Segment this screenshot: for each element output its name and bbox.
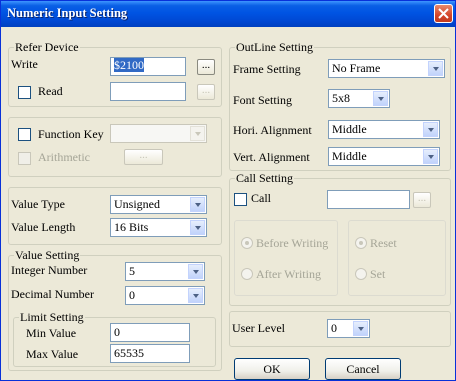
value-length-select[interactable]: 16 Bits bbox=[110, 218, 207, 237]
chevron-down-icon bbox=[353, 321, 368, 336]
set-radio[interactable] bbox=[355, 268, 367, 280]
close-icon bbox=[438, 8, 449, 19]
arithmetic-button[interactable]: ... bbox=[124, 149, 163, 165]
chevron-down-icon bbox=[190, 126, 205, 141]
title-bar[interactable]: Numeric Input Setting bbox=[1, 1, 455, 27]
decimal-number-label: Decimal Number bbox=[11, 287, 94, 301]
chevron-down-icon bbox=[423, 149, 438, 164]
hori-alignment-label: Hori. Alignment bbox=[233, 123, 312, 137]
before-writing-radio[interactable] bbox=[241, 237, 253, 249]
value-length-label: Value Length bbox=[11, 220, 76, 234]
vert-alignment-label: Vert. Alignment bbox=[233, 150, 310, 164]
integer-number-label: Integer Number bbox=[11, 263, 88, 277]
read-checkbox[interactable] bbox=[18, 86, 31, 99]
outline-setting-label: OutLine Setting bbox=[235, 40, 314, 55]
set-label: Set bbox=[370, 267, 386, 281]
min-value-field[interactable]: 0 bbox=[110, 323, 190, 342]
chevron-down-icon bbox=[423, 122, 438, 137]
close-button[interactable] bbox=[434, 4, 453, 23]
reset-radio[interactable] bbox=[355, 237, 367, 249]
read-device-field[interactable] bbox=[110, 82, 186, 101]
decimal-number-select[interactable]: 0 bbox=[125, 286, 205, 305]
write-timing-group bbox=[234, 220, 338, 296]
function-key-select[interactable] bbox=[110, 124, 207, 143]
user-level-select[interactable]: 0 bbox=[327, 319, 370, 338]
read-label: Read bbox=[38, 84, 63, 98]
max-value-field[interactable]: 65535 bbox=[110, 344, 190, 363]
arithmetic-checkbox[interactable] bbox=[18, 152, 31, 165]
reset-set-group bbox=[348, 220, 446, 296]
font-setting-select[interactable]: 5x8 bbox=[328, 89, 390, 108]
frame-setting-label: Frame Setting bbox=[233, 62, 301, 76]
write-browse-button[interactable]: ... bbox=[197, 59, 215, 75]
value-setting-label: Value Setting bbox=[14, 248, 81, 263]
limit-setting-label: Limit Setting bbox=[19, 310, 85, 325]
hori-alignment-select[interactable]: Middle bbox=[328, 120, 440, 139]
chevron-down-icon bbox=[188, 264, 203, 279]
chevron-down-icon bbox=[188, 288, 203, 303]
reset-label: Reset bbox=[370, 236, 397, 250]
call-label: Call bbox=[251, 191, 271, 205]
write-device-field[interactable]: $2100 bbox=[110, 57, 186, 76]
function-key-label: Function Key bbox=[38, 127, 104, 141]
chevron-down-icon bbox=[190, 220, 205, 235]
refer-device-label: Refer Device bbox=[14, 40, 80, 55]
after-writing-radio[interactable] bbox=[241, 268, 253, 280]
min-value-label: Min Value bbox=[26, 326, 77, 340]
call-setting-label: Call Setting bbox=[235, 171, 294, 186]
window-title: Numeric Input Setting bbox=[7, 6, 128, 20]
arithmetic-label: Arithmetic bbox=[38, 150, 90, 164]
value-type-select[interactable]: Unsigned bbox=[110, 195, 207, 214]
ok-button[interactable]: OK bbox=[234, 358, 310, 380]
user-level-label: User Level bbox=[232, 321, 285, 335]
chevron-down-icon bbox=[373, 91, 388, 106]
write-label: Write bbox=[11, 57, 38, 71]
call-checkbox[interactable] bbox=[234, 193, 247, 206]
chevron-down-icon bbox=[190, 197, 205, 212]
chevron-down-icon bbox=[428, 61, 443, 76]
integer-number-select[interactable]: 5 bbox=[125, 262, 205, 281]
cancel-button[interactable]: Cancel bbox=[325, 358, 401, 380]
function-key-checkbox[interactable] bbox=[18, 128, 31, 141]
font-setting-label: Font Setting bbox=[233, 93, 293, 107]
numeric-input-setting-dialog: Numeric Input Setting Refer Device Write… bbox=[0, 0, 456, 381]
max-value-label: Max Value bbox=[26, 347, 79, 361]
value-type-label: Value Type bbox=[11, 197, 65, 211]
read-browse-button[interactable]: ... bbox=[197, 84, 215, 100]
before-writing-label: Before Writing bbox=[256, 236, 329, 250]
vert-alignment-select[interactable]: Middle bbox=[328, 147, 440, 166]
call-field[interactable] bbox=[327, 190, 410, 209]
call-browse-button[interactable]: ... bbox=[413, 192, 431, 208]
after-writing-label: After Writing bbox=[256, 267, 321, 281]
frame-setting-select[interactable]: No Frame bbox=[328, 59, 445, 78]
